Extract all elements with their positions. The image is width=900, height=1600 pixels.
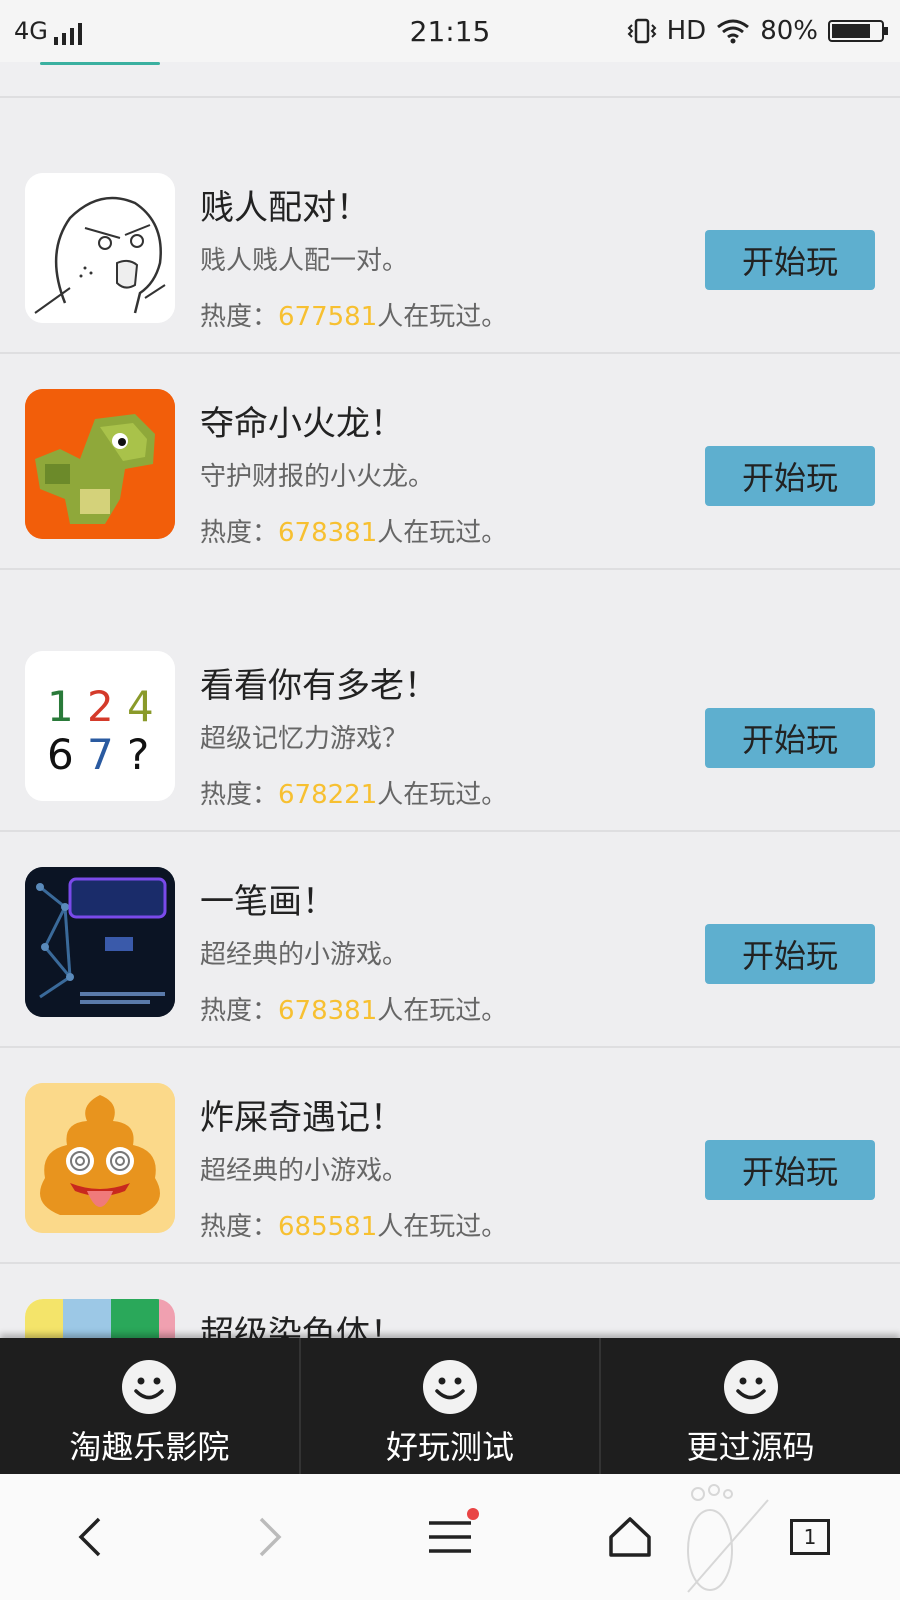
heat-value: 685581 [278, 1212, 378, 1242]
nav-item-fun-test[interactable]: 好玩测试 [301, 1338, 602, 1474]
heat-label: 热度： [200, 1212, 279, 1242]
game-popularity: 热度：677581人在玩过。 [200, 296, 507, 333]
game-title[interactable]: 一笔画！ [200, 874, 336, 923]
start-play-button[interactable]: 开始玩 [705, 230, 875, 290]
notification-dot [467, 1508, 479, 1520]
tabs-button[interactable]: 1 [765, 1492, 855, 1582]
game-title[interactable]: 贱人配对！ [200, 180, 370, 229]
heat-label: 热度： [200, 996, 279, 1026]
heat-suffix: 人在玩过。 [377, 518, 508, 548]
game-item-2[interactable]: 夺命小火龙！ 守护财报的小火龙。 热度：678381人在玩过。 开始玩 [0, 354, 900, 570]
menu-button[interactable] [405, 1492, 495, 1582]
heat-suffix: 人在玩过。 [377, 996, 508, 1026]
game-description: 超经典的小游戏。 [200, 1156, 409, 1186]
status-right: HD 80% [627, 16, 888, 46]
numbers-icon-glyph: 1 [47, 682, 74, 731]
game-popularity: 热度：685581人在玩过。 [200, 1206, 507, 1243]
home-button[interactable] [585, 1492, 675, 1582]
poop-icon[interactable] [25, 1083, 175, 1233]
home-icon [609, 1517, 651, 1557]
nav-label: 更过源码 [686, 1428, 815, 1466]
smiley-icon [122, 1360, 177, 1414]
game-popularity: 热度：678381人在玩过。 [200, 990, 507, 1027]
game-title[interactable]: 夺命小火龙！ [200, 396, 404, 445]
game-popularity: 热度：678221人在玩过。 [200, 774, 507, 811]
rage-face-icon[interactable] [25, 173, 175, 323]
start-play-button[interactable]: 开始玩 [705, 708, 875, 768]
heat-value: 678381 [278, 518, 378, 548]
nav-label: 淘趣乐影院 [69, 1428, 230, 1466]
list-spacer [0, 98, 900, 138]
vibrate-icon [627, 18, 657, 44]
game-description: 超经典的小游戏。 [200, 940, 409, 970]
nav-label: 好玩测试 [386, 1428, 515, 1466]
game-description: 超级记忆力游戏？ [200, 724, 409, 754]
start-play-button[interactable]: 开始玩 [705, 924, 875, 984]
game-item-5[interactable]: 炸屎奇遇记！ 超经典的小游戏。 热度：685581人在玩过。 开始玩 [0, 1048, 900, 1264]
hd-indicator: HD [666, 16, 707, 46]
heat-value: 678221 [278, 780, 378, 810]
heat-suffix: 人在玩过。 [377, 1212, 508, 1242]
pixel-dragon-icon[interactable] [25, 389, 175, 539]
game-description: 守护财报的小火龙。 [200, 462, 435, 492]
bottom-nav: 淘趣乐影院 好玩测试 更过源码 [0, 1338, 900, 1474]
forward-icon [259, 1517, 282, 1557]
list-spacer [0, 570, 900, 616]
one-stroke-icon[interactable] [25, 867, 175, 1017]
status-bar: 4G 21:15 HD 80% [0, 0, 900, 62]
numbers-icon-glyph: 2 [87, 682, 114, 731]
smiley-icon [723, 1360, 778, 1414]
wifi-icon [717, 19, 750, 44]
heat-value: 677581 [278, 302, 378, 332]
numbers-icon[interactable]: 1 2 4 6 7 ? [25, 651, 175, 801]
heat-suffix: 人在玩过。 [377, 780, 508, 810]
back-icon [78, 1517, 101, 1557]
numbers-icon-glyph: ? [127, 730, 149, 779]
heat-label: 热度： [200, 780, 279, 810]
heat-label: 热度： [200, 518, 279, 548]
heat-label: 热度： [200, 302, 279, 332]
game-item-3[interactable]: 1 2 4 6 7 ? 看看你有多老！ 超级记忆力游戏？ 热度：678221人在… [0, 616, 900, 832]
smiley-icon [423, 1360, 477, 1414]
game-title[interactable]: 炸屎奇遇记！ [200, 1090, 404, 1139]
game-item-4[interactable]: 一笔画！ 超经典的小游戏。 热度：678381人在玩过。 开始玩 [0, 832, 900, 1048]
numbers-icon-glyph: 4 [127, 682, 154, 731]
tabs-icon: 1 [790, 1519, 830, 1555]
numbers-icon-glyph: 7 [87, 730, 114, 779]
game-item-1[interactable]: 贱人配对！ 贱人贱人配一对。 热度：677581人在玩过。 开始玩 [0, 138, 900, 354]
previous-section-edge [0, 62, 900, 98]
signal-icon [53, 23, 82, 45]
battery-icon [828, 20, 888, 42]
nav-item-source-code[interactable]: 更过源码 [601, 1338, 900, 1474]
nav-item-cinema[interactable]: 淘趣乐影院 [0, 1338, 301, 1474]
heat-suffix: 人在玩过。 [377, 302, 508, 332]
forward-button[interactable] [225, 1492, 315, 1582]
game-description: 贱人贱人配一对。 [200, 246, 409, 276]
heat-value: 678381 [278, 996, 378, 1026]
browser-toolbar: 1 [0, 1474, 900, 1600]
battery-percent: 80% [760, 16, 818, 46]
menu-icon [429, 1521, 471, 1553]
start-play-button[interactable]: 开始玩 [705, 446, 875, 506]
game-title[interactable]: 看看你有多老！ [200, 658, 438, 707]
signal-indicator: 4G [14, 17, 82, 45]
numbers-icon-glyph: 6 [47, 730, 74, 779]
back-button[interactable] [45, 1492, 135, 1582]
start-play-button[interactable]: 开始玩 [705, 1140, 875, 1200]
network-type: 4G [14, 17, 48, 45]
game-popularity: 热度：678381人在玩过。 [200, 512, 507, 549]
